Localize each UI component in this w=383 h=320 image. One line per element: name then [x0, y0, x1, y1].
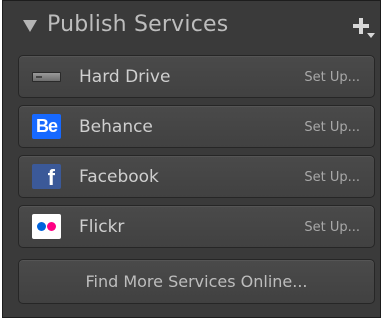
service-row-flickr[interactable]: Flickr Set Up... — [18, 205, 375, 248]
find-more-services-button[interactable]: Find More Services Online... — [18, 259, 375, 304]
service-row-behance[interactable]: Be Behance Set Up... — [18, 105, 375, 148]
setup-link[interactable]: Set Up... — [304, 70, 360, 85]
service-label: Facebook — [79, 167, 159, 187]
flickr-icon — [32, 214, 61, 239]
facebook-icon: f — [32, 164, 61, 189]
publish-services-panel: Publish Services Hard Drive Set Up... Be… — [2, 0, 381, 318]
collapse-triangle-icon[interactable] — [23, 20, 37, 32]
service-label: Hard Drive — [79, 67, 171, 87]
service-row-hard-drive[interactable]: Hard Drive Set Up... — [18, 55, 375, 98]
setup-link[interactable]: Set Up... — [304, 170, 360, 185]
panel-header[interactable]: Publish Services — [3, 1, 380, 49]
service-row-facebook[interactable]: f Facebook Set Up... — [18, 155, 375, 198]
service-label: Behance — [79, 117, 153, 137]
setup-link[interactable]: Set Up... — [304, 120, 360, 135]
hard-drive-icon — [32, 72, 61, 82]
panel-title[interactable]: Publish Services — [47, 12, 228, 37]
service-label: Flickr — [79, 217, 125, 237]
service-list: Hard Drive Set Up... Be Behance Set Up..… — [18, 55, 375, 255]
behance-icon: Be — [32, 114, 61, 139]
setup-link[interactable]: Set Up... — [304, 220, 360, 235]
add-service-button[interactable] — [351, 16, 375, 40]
